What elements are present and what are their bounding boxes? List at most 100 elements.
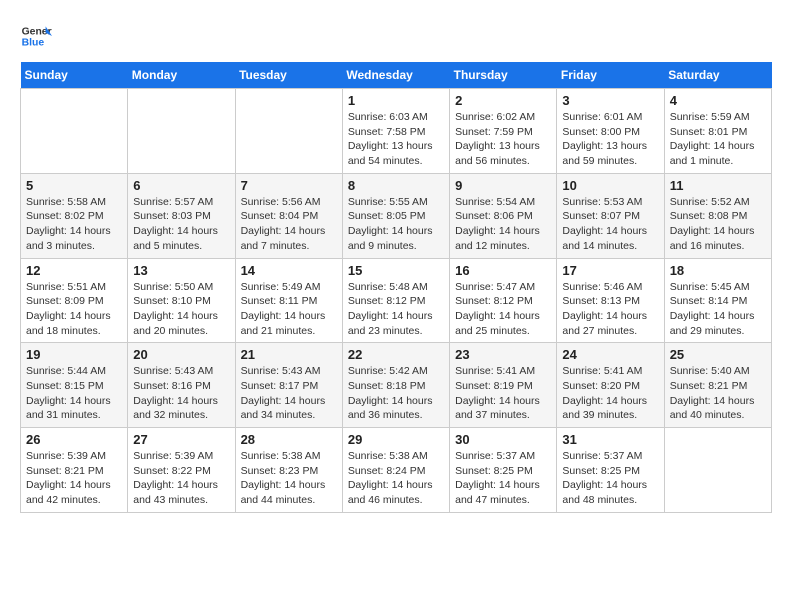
day-info: Sunrise: 5:55 AM Sunset: 8:05 PM Dayligh… [348,195,444,254]
calendar-cell: 31 Sunrise: 5:37 AM Sunset: 8:25 PM Dayli… [557,428,664,513]
calendar-cell: 18 Sunrise: 5:45 AM Sunset: 8:14 PM Dayli… [664,258,771,343]
day-info: Sunrise: 5:43 AM Sunset: 8:17 PM Dayligh… [241,364,337,423]
day-info: Sunrise: 5:58 AM Sunset: 8:02 PM Dayligh… [26,195,122,254]
day-info: Sunrise: 5:44 AM Sunset: 8:15 PM Dayligh… [26,364,122,423]
svg-text:Blue: Blue [22,38,45,49]
day-info: Sunrise: 5:41 AM Sunset: 8:19 PM Dayligh… [455,364,551,423]
week-row-4: 19 Sunrise: 5:44 AM Sunset: 8:15 PM Dayli… [21,343,772,428]
day-number: 31 [562,432,658,447]
calendar-cell: 25Sunrise: 5:40 AM Sunset: 8:21 PM Dayli… [664,343,771,428]
day-number: 19 [26,347,122,362]
calendar-cell: 30Sunrise: 5:37 AM Sunset: 8:25 PM Dayli… [450,428,557,513]
calendar-cell: 16 Sunrise: 5:47 AM Sunset: 8:12 PM Dayli… [450,258,557,343]
day-info: Sunrise: 5:56 AM Sunset: 8:04 PM Dayligh… [241,195,337,254]
calendar-cell: 22 Sunrise: 5:42 AM Sunset: 8:18 PM Dayli… [342,343,449,428]
page-header: General Blue [20,20,772,52]
day-header-monday: Monday [128,62,235,89]
day-info: Sunrise: 5:37 AM Sunset: 8:25 PM Dayligh… [455,449,551,508]
week-row-5: 26 Sunrise: 5:39 AM Sunset: 8:21 PM Dayli… [21,428,772,513]
day-info: Sunrise: 5:46 AM Sunset: 8:13 PM Dayligh… [562,280,658,339]
day-number: 13 [133,263,229,278]
calendar-cell: 21 Sunrise: 5:43 AM Sunset: 8:17 PM Dayli… [235,343,342,428]
day-number: 12 [26,263,122,278]
day-number: 15 [348,263,444,278]
day-header-wednesday: Wednesday [342,62,449,89]
day-info: Sunrise: 5:48 AM Sunset: 8:12 PM Dayligh… [348,280,444,339]
week-row-3: 12 Sunrise: 5:51 AM Sunset: 8:09 PM Dayli… [21,258,772,343]
day-info: Sunrise: 5:53 AM Sunset: 8:07 PM Dayligh… [562,195,658,254]
calendar-cell: 15 Sunrise: 5:48 AM Sunset: 8:12 PM Dayli… [342,258,449,343]
calendar-table: SundayMondayTuesdayWednesdayThursdayFrid… [20,62,772,513]
calendar-cell: 23 Sunrise: 5:41 AM Sunset: 8:19 PM Dayli… [450,343,557,428]
day-number: 23 [455,347,551,362]
calendar-cell: 6 Sunrise: 5:57 AM Sunset: 8:03 PM Daylig… [128,173,235,258]
calendar-cell: 12 Sunrise: 5:51 AM Sunset: 8:09 PM Dayli… [21,258,128,343]
day-info: Sunrise: 6:03 AM Sunset: 7:58 PM Dayligh… [348,110,444,169]
calendar-cell: 4 Sunrise: 5:59 AM Sunset: 8:01 PM Daylig… [664,89,771,174]
week-row-1: 1 Sunrise: 6:03 AM Sunset: 7:58 PM Daylig… [21,89,772,174]
day-number: 1 [348,93,444,108]
day-number: 14 [241,263,337,278]
day-number: 17 [562,263,658,278]
day-info: Sunrise: 5:39 AM Sunset: 8:22 PM Dayligh… [133,449,229,508]
day-number: 27 [133,432,229,447]
day-info: Sunrise: 5:51 AM Sunset: 8:09 PM Dayligh… [26,280,122,339]
day-info: Sunrise: 5:39 AM Sunset: 8:21 PM Dayligh… [26,449,122,508]
calendar-cell: 29 Sunrise: 5:38 AM Sunset: 8:24 PM Dayli… [342,428,449,513]
calendar-cell: 17 Sunrise: 5:46 AM Sunset: 8:13 PM Dayli… [557,258,664,343]
calendar-cell: 10 Sunrise: 5:53 AM Sunset: 8:07 PM Dayli… [557,173,664,258]
day-info: Sunrise: 5:52 AM Sunset: 8:08 PM Dayligh… [670,195,766,254]
day-number: 18 [670,263,766,278]
day-number: 16 [455,263,551,278]
day-header-saturday: Saturday [664,62,771,89]
day-number: 26 [26,432,122,447]
day-number: 7 [241,178,337,193]
calendar-cell: 9Sunrise: 5:54 AM Sunset: 8:06 PM Daylig… [450,173,557,258]
day-info: Sunrise: 5:57 AM Sunset: 8:03 PM Dayligh… [133,195,229,254]
calendar-cell: 19 Sunrise: 5:44 AM Sunset: 8:15 PM Dayli… [21,343,128,428]
calendar-cell: 7 Sunrise: 5:56 AM Sunset: 8:04 PM Daylig… [235,173,342,258]
calendar-cell: 27 Sunrise: 5:39 AM Sunset: 8:22 PM Dayli… [128,428,235,513]
calendar-cell: 13 Sunrise: 5:50 AM Sunset: 8:10 PM Dayli… [128,258,235,343]
day-info: Sunrise: 5:47 AM Sunset: 8:12 PM Dayligh… [455,280,551,339]
calendar-cell [664,428,771,513]
day-info: Sunrise: 5:50 AM Sunset: 8:10 PM Dayligh… [133,280,229,339]
day-number: 4 [670,93,766,108]
day-number: 6 [133,178,229,193]
day-number: 21 [241,347,337,362]
day-number: 20 [133,347,229,362]
day-number: 29 [348,432,444,447]
logo-icon: General Blue [20,20,52,52]
day-number: 22 [348,347,444,362]
calendar-cell: 14 Sunrise: 5:49 AM Sunset: 8:11 PM Dayli… [235,258,342,343]
calendar-cell: 20Sunrise: 5:43 AM Sunset: 8:16 PM Dayli… [128,343,235,428]
calendar-cell: 24Sunrise: 5:41 AM Sunset: 8:20 PM Dayli… [557,343,664,428]
calendar-cell [128,89,235,174]
week-row-2: 5Sunrise: 5:58 AM Sunset: 8:02 PM Daylig… [21,173,772,258]
day-header-sunday: Sunday [21,62,128,89]
day-info: Sunrise: 5:37 AM Sunset: 8:25 PM Dayligh… [562,449,658,508]
day-header-thursday: Thursday [450,62,557,89]
day-info: Sunrise: 5:38 AM Sunset: 8:24 PM Dayligh… [348,449,444,508]
day-number: 3 [562,93,658,108]
days-header-row: SundayMondayTuesdayWednesdayThursdayFrid… [21,62,772,89]
calendar-cell: 2 Sunrise: 6:02 AM Sunset: 7:59 PM Daylig… [450,89,557,174]
day-info: Sunrise: 6:02 AM Sunset: 7:59 PM Dayligh… [455,110,551,169]
day-number: 9 [455,178,551,193]
day-info: Sunrise: 5:49 AM Sunset: 8:11 PM Dayligh… [241,280,337,339]
calendar-cell: 11 Sunrise: 5:52 AM Sunset: 8:08 PM Dayli… [664,173,771,258]
day-info: Sunrise: 5:42 AM Sunset: 8:18 PM Dayligh… [348,364,444,423]
day-info: Sunrise: 5:41 AM Sunset: 8:20 PM Dayligh… [562,364,658,423]
day-header-tuesday: Tuesday [235,62,342,89]
day-info: Sunrise: 5:45 AM Sunset: 8:14 PM Dayligh… [670,280,766,339]
day-number: 25 [670,347,766,362]
day-number: 11 [670,178,766,193]
day-number: 10 [562,178,658,193]
calendar-cell: 1 Sunrise: 6:03 AM Sunset: 7:58 PM Daylig… [342,89,449,174]
day-number: 2 [455,93,551,108]
day-info: Sunrise: 5:59 AM Sunset: 8:01 PM Dayligh… [670,110,766,169]
day-number: 28 [241,432,337,447]
day-info: Sunrise: 5:38 AM Sunset: 8:23 PM Dayligh… [241,449,337,508]
calendar-cell [21,89,128,174]
logo: General Blue [20,20,56,52]
